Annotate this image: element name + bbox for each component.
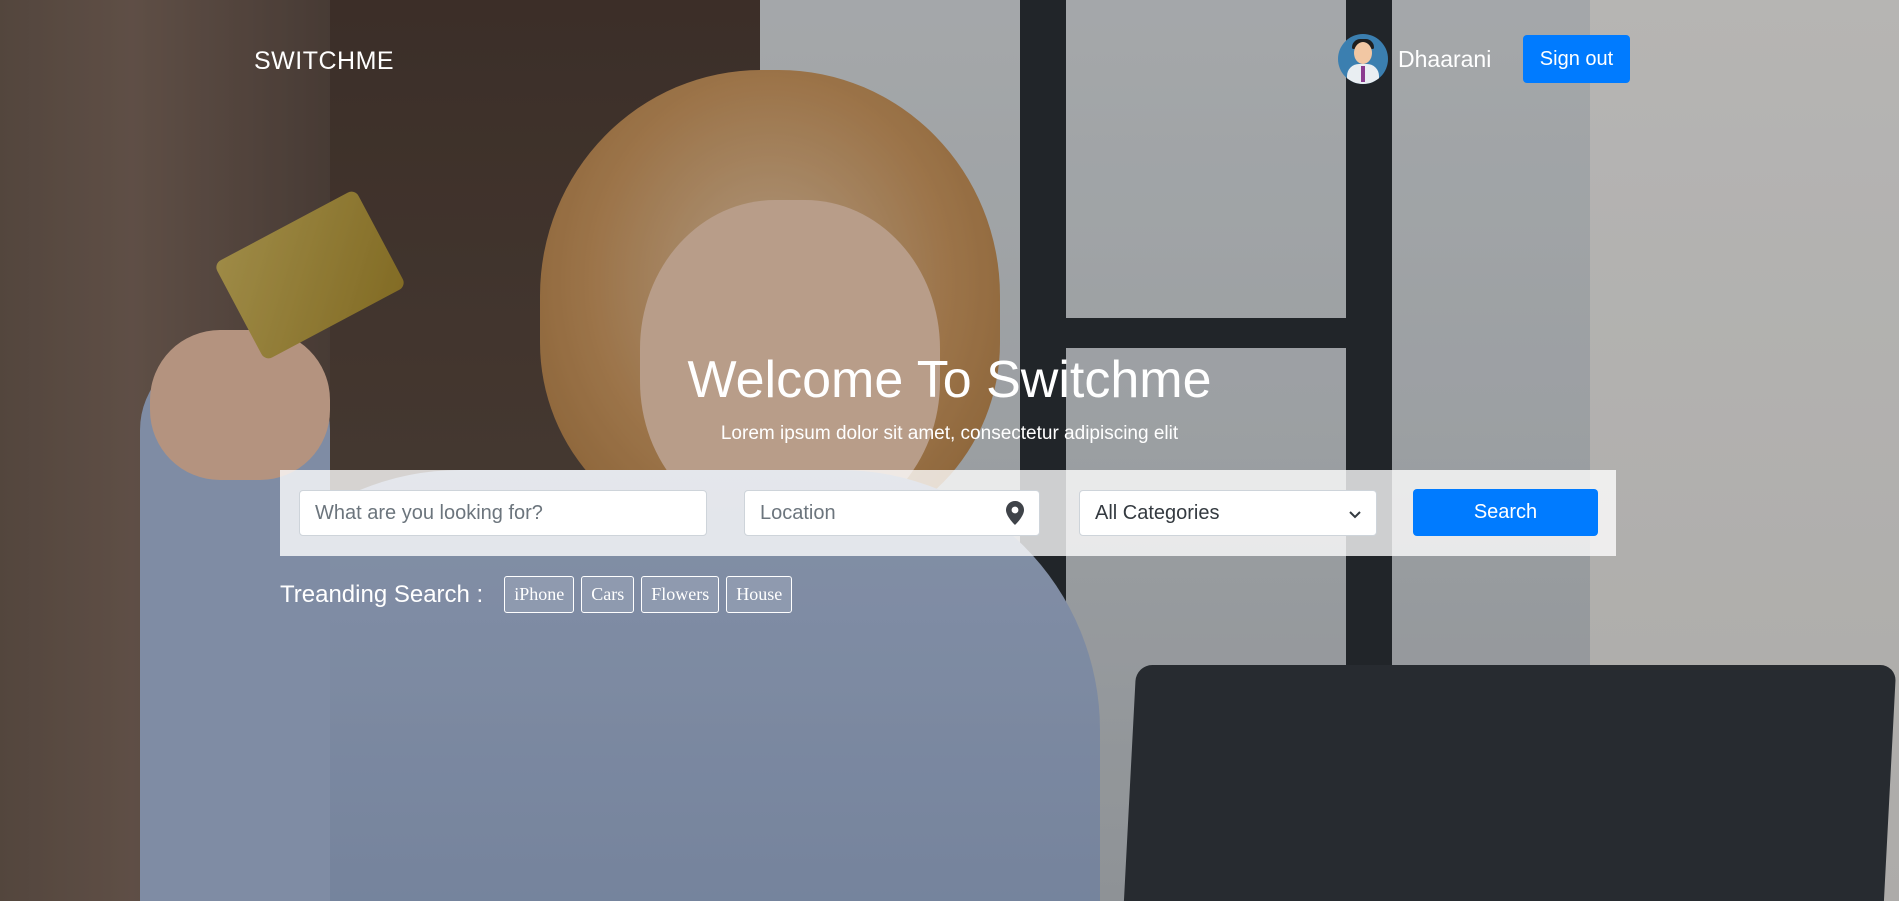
trending-searches: Treanding Search : iPhone Cars Flowers H… [280, 576, 799, 613]
map-pin-icon [1006, 501, 1024, 525]
user-menu[interactable]: Dhaarani [1338, 34, 1491, 84]
chevron-down-icon [1349, 502, 1361, 525]
search-panel: What are you looking for? Location All C… [280, 470, 1616, 556]
trending-tag-house[interactable]: House [726, 576, 793, 613]
trending-tag-cars[interactable]: Cars [581, 576, 635, 613]
background-overlay [0, 0, 1899, 901]
trending-label: Treanding Search : [280, 580, 484, 608]
brand-logo[interactable]: SWITCHME [254, 47, 394, 76]
search-input[interactable]: What are you looking for? [299, 490, 707, 536]
trending-tag-flowers[interactable]: Flowers [641, 576, 720, 613]
search-input-placeholder: What are you looking for? [315, 501, 543, 524]
user-name[interactable]: Dhaarani [1398, 46, 1491, 73]
avatar[interactable] [1338, 34, 1388, 84]
page-subtitle: Lorem ipsum dolor sit amet, consectetur … [720, 423, 1179, 444]
location-input-placeholder: Location [760, 501, 836, 524]
avatar-tie [1361, 66, 1365, 82]
category-selected-value: All Categories [1095, 501, 1220, 524]
sign-out-button[interactable]: Sign out [1523, 35, 1630, 83]
trending-tag-iphone[interactable]: iPhone [504, 576, 575, 613]
location-input[interactable]: Location [744, 490, 1040, 536]
page-title: Welcome To Switchme [687, 351, 1212, 409]
hero-section: SWITCHME Dhaarani Sign out Welcome To Sw… [0, 0, 1899, 901]
search-button[interactable]: Search [1413, 489, 1598, 536]
category-select[interactable]: All Categories [1079, 490, 1377, 536]
avatar-head [1354, 42, 1372, 64]
